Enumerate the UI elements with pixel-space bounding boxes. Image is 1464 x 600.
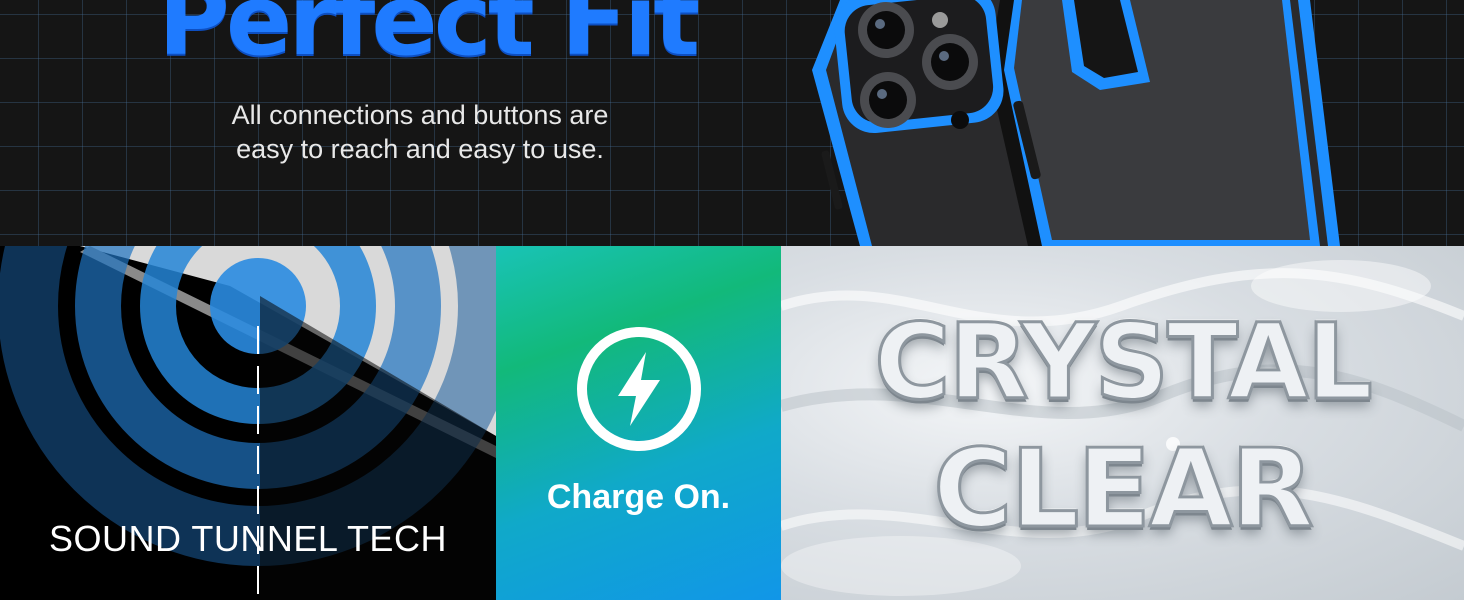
description-line-1: All connections and buttons are: [231, 100, 609, 130]
clear-word: CLEAR: [932, 427, 1316, 552]
camera-lens-1: [858, 2, 914, 58]
crystal-clear-panel: CRYSTAL CLEAR: [781, 246, 1464, 600]
headline: Perfect Fit: [158, 0, 700, 78]
crystal-word: CRYSTAL: [873, 301, 1375, 423]
camera-lens-3: [860, 72, 916, 128]
charge-panel: Charge On.: [496, 246, 781, 600]
sound-tunnel-panel: SOUND TUNNEL TECH: [0, 246, 496, 600]
sound-tunnel-caption: SOUND TUNNEL TECH: [49, 518, 447, 559]
camera-lens-2: [922, 34, 978, 90]
perfect-fit-section: Perfect Fit All connections and buttons …: [0, 0, 1464, 246]
description-line-2: easy to reach and easy to use.: [236, 134, 604, 164]
charge-label: Charge On.: [546, 478, 731, 516]
phone-case-image: [812, 0, 1340, 246]
lightning-bolt-icon: [577, 327, 701, 451]
feature-description: All connections and buttons are easy to …: [170, 98, 670, 166]
product-feature-banner: Perfect Fit All connections and buttons …: [0, 0, 1464, 600]
